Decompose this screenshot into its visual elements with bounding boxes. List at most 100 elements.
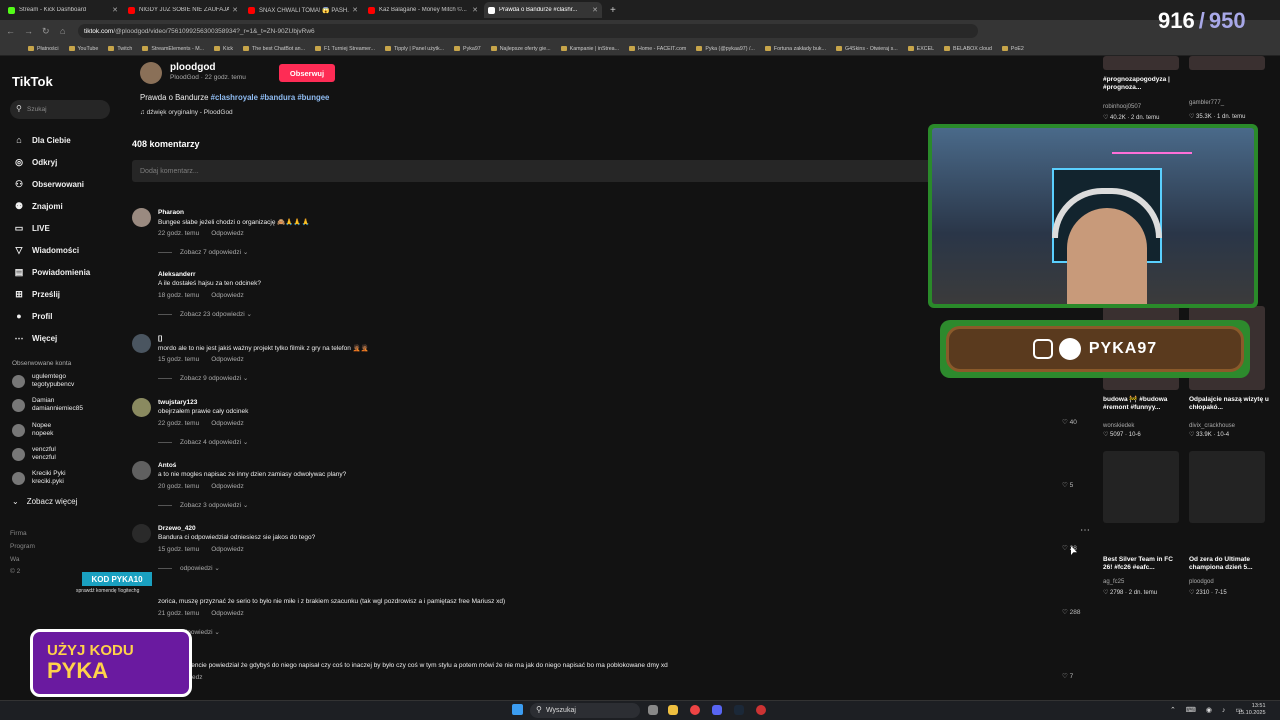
view-replies-button[interactable]: Zobacz 4 odpowiedzi ⌄ — [158, 438, 248, 446]
avatar[interactable] — [132, 270, 151, 289]
bookmark-item[interactable]: EXCEL — [907, 46, 934, 52]
video-author[interactable]: wonskiedek — [1103, 423, 1134, 429]
followed-account[interactable]: Kreciki Pyki kreciki.pyki — [12, 470, 66, 486]
file-explorer-icon[interactable] — [668, 705, 678, 715]
video-title[interactable]: Od zera do Ultimate championa dzień 5... — [1189, 556, 1269, 572]
bookmark-item[interactable]: Tipply | Panel użytk... — [384, 46, 444, 52]
followed-account[interactable]: venczful venczful — [12, 446, 56, 462]
sidebar-item-profil[interactable]: ● Profil — [12, 305, 90, 327]
sidebar-item-odkryj[interactable]: ◎ Odkryj — [12, 151, 90, 173]
comment-author[interactable]: Pharaon — [158, 209, 184, 216]
followed-account[interactable]: Damian damianniemiec85 — [12, 397, 83, 413]
bookmark-item[interactable]: Płatności — [28, 46, 59, 52]
more-options-icon[interactable]: ⋯ — [1080, 525, 1090, 536]
browser-tab[interactable]: NIGDY JUŻ SOBIE NIE ZAUFAJĄ ✕ — [124, 2, 242, 18]
reload-icon[interactable]: ↻ — [42, 26, 54, 37]
video-title[interactable]: budowa 🚧 #budowa #remont #funnyy... — [1103, 396, 1183, 412]
footer-link[interactable]: Wa — [10, 556, 20, 563]
home-icon[interactable]: ⌂ — [60, 26, 72, 36]
video-author[interactable]: gambler777_ — [1189, 100, 1224, 106]
sidebar-item-obserwowani[interactable]: ⚇ Obserwowani — [12, 173, 90, 195]
avatar[interactable] — [140, 62, 162, 84]
sidebar-item-znajomi[interactable]: ⚉ Znajomi — [12, 195, 90, 217]
like-count[interactable]: ♡ 40 — [1062, 418, 1077, 426]
close-icon[interactable]: ✕ — [592, 6, 598, 14]
avatar[interactable] — [132, 334, 151, 353]
reply-button[interactable]: Odpowiedz — [211, 610, 244, 617]
view-replies-button[interactable]: odpowiedzi ⌄ — [158, 564, 220, 572]
view-replies-button[interactable]: Zobacz 23 odpowiedzi ⌄ — [158, 310, 252, 318]
close-icon[interactable]: ✕ — [112, 6, 118, 14]
back-icon[interactable]: ← — [6, 26, 18, 36]
steam-icon[interactable] — [734, 705, 744, 715]
comment-author[interactable]: Drzewo_420 — [158, 525, 196, 532]
bookmark-item[interactable]: Kick — [214, 46, 233, 52]
sound-link[interactable]: ♫ dźwięk oryginalny - PloodGod — [140, 109, 233, 116]
video-title[interactable]: #prognozapogodyza | #prognoza... — [1103, 76, 1183, 92]
video-thumbnail[interactable] — [1103, 451, 1179, 523]
bookmark-item[interactable]: Kampanie | inStrea... — [560, 46, 619, 52]
comment-author[interactable]: Antoś — [158, 462, 176, 469]
followed-account[interactable]: ugulemtego tegotypubencv — [12, 373, 74, 389]
taskbar-search[interactable]: ⚲ Wyszukaj — [530, 703, 640, 718]
bookmark-item[interactable]: F1 Turniej Streamer... — [315, 46, 375, 52]
bookmark-item[interactable]: YouTube — [68, 46, 98, 52]
bookmark-item[interactable]: PoE2 — [1001, 46, 1024, 52]
video-author[interactable]: ploodgod — [1189, 579, 1214, 585]
like-count[interactable]: ♡ 288 — [1062, 608, 1080, 616]
video-thumbnail[interactable] — [1189, 451, 1265, 523]
obs-icon[interactable] — [756, 705, 766, 715]
windows-start-icon[interactable] — [512, 704, 523, 715]
bookmark-item[interactable]: Najlepsze oferty gie... — [490, 46, 551, 52]
video-thumbnail[interactable] — [1189, 56, 1265, 70]
view-replies-button[interactable]: Zobacz 9 odpowiedzi ⌄ — [158, 374, 248, 382]
bookmark-item[interactable]: Home - FACEIT.com — [629, 46, 686, 52]
bookmark-item[interactable]: BELABOX cloud — [944, 46, 992, 52]
avatar[interactable] — [132, 461, 151, 480]
bookmark-item[interactable]: Pyka (@pykaa97) /... — [696, 46, 755, 52]
add-comment-input[interactable]: Dodaj komentarz... — [132, 160, 932, 182]
new-tab-button[interactable]: + — [610, 5, 616, 16]
avatar[interactable] — [132, 398, 151, 417]
close-icon[interactable]: ✕ — [232, 6, 238, 14]
bookmark-item[interactable]: Pyka97 — [454, 46, 481, 52]
sidebar-item-więcej[interactable]: ⋯ Więcej — [12, 327, 90, 349]
bookmark-item[interactable]: The best ChatBot an... — [243, 46, 305, 52]
footer-link[interactable]: Program — [10, 543, 35, 550]
video-title[interactable]: Odpalajcie naszą wizytę u chłopakó... — [1189, 396, 1269, 412]
view-replies-button[interactable]: Zobacz 3 odpowiedzi ⌄ — [158, 501, 248, 509]
sidebar-item-powiadomienia[interactable]: ▤ Powiadomienia — [12, 261, 91, 283]
sidebar-item-live[interactable]: ▭ LIVE — [12, 217, 90, 239]
browser-tab[interactable]: Stream - Kick Dashboard ✕ — [4, 2, 122, 18]
task-view-icon[interactable] — [648, 705, 658, 715]
reply-button[interactable]: Odpowiedz — [211, 230, 244, 237]
video-thumbnail[interactable] — [1103, 56, 1179, 70]
bookmark-item[interactable]: Twitch — [108, 46, 132, 52]
close-icon[interactable]: ✕ — [352, 6, 358, 14]
see-more-button[interactable]: ⌄ Zobacz więcej — [12, 497, 77, 506]
followed-account[interactable]: Nopee nopeek — [12, 422, 53, 438]
video-author[interactable]: divix_crackhouse — [1189, 423, 1235, 429]
avatar[interactable] — [132, 208, 151, 227]
avatar[interactable] — [132, 524, 151, 543]
video-title[interactable]: Best Silver Team in FC 26! #fc26 #eafc..… — [1103, 556, 1183, 572]
like-count[interactable]: ♡ 5 — [1062, 481, 1073, 489]
footer-link[interactable]: Firma — [10, 530, 27, 537]
bookmark-item[interactable]: Fortuna zakłady buk... — [764, 46, 826, 52]
hashtags[interactable]: #clashroyale #bandura #bungee — [211, 93, 330, 102]
comment-author[interactable]: [] — [158, 335, 162, 342]
like-count[interactable]: ♡ 7 — [1062, 672, 1073, 680]
url-field[interactable]: tiktok.com/@ploodgod/video/7561099256300… — [78, 24, 978, 38]
view-replies-button[interactable]: Zobacz 7 odpowiedzi ⌄ — [158, 248, 248, 256]
chrome-icon[interactable] — [690, 705, 700, 715]
video-author[interactable]: ag_fc25 — [1103, 579, 1124, 585]
clock[interactable]: 13:51 15.10.2025 — [1238, 703, 1266, 717]
sidebar-item-prześlij[interactable]: ⊞ Prześlij — [12, 283, 90, 305]
browser-tab[interactable]: Kaz Balagane - Money Mitch ©... ✕ — [364, 2, 482, 18]
system-tray[interactable]: ⌃ ⌨ ◉ ♪ ▭ — [1170, 706, 1246, 714]
reply-button[interactable]: Odpowiedz — [211, 483, 244, 490]
browser-tab[interactable]: SNAX CHWALI TOMA! 😱 PASH... ✕ — [244, 2, 362, 18]
reply-button[interactable]: Odpowiedz — [211, 292, 244, 299]
follow-button[interactable]: Obserwuj — [279, 64, 335, 82]
search-input[interactable]: ⚲ Szukaj — [10, 100, 110, 119]
